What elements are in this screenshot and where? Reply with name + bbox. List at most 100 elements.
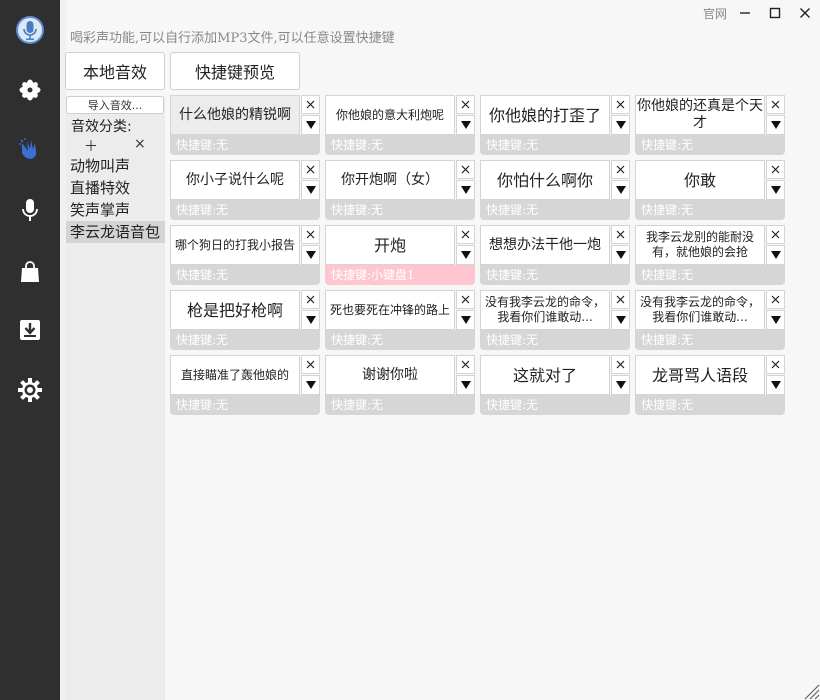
sound-options-dropdown[interactable] xyxy=(456,375,475,395)
sound-play-button[interactable]: 龙哥骂人语段 xyxy=(635,355,765,395)
sound-play-button[interactable]: 你敢 xyxy=(635,160,765,200)
sound-play-button[interactable]: 你怕什么啊你 xyxy=(480,160,610,200)
sound-play-button[interactable]: 想想办法干他一炮 xyxy=(480,225,610,265)
sound-play-button[interactable]: 你他娘的还真是个天才 xyxy=(635,95,765,135)
sound-options-dropdown[interactable] xyxy=(301,245,320,265)
clap-hands-icon[interactable] xyxy=(14,133,46,165)
hotkey-label[interactable]: 快捷键:无 xyxy=(635,265,785,285)
remove-sound-button[interactable] xyxy=(301,225,320,244)
hotkey-label[interactable]: 快捷键:无 xyxy=(170,265,320,285)
sound-play-button[interactable]: 开炮 xyxy=(325,225,455,265)
remove-sound-button[interactable] xyxy=(611,225,630,244)
hotkey-label[interactable]: 快捷键:无 xyxy=(480,135,630,155)
flower-icon[interactable] xyxy=(14,74,46,106)
microphone-logo-icon[interactable] xyxy=(14,14,46,46)
remove-sound-button[interactable] xyxy=(611,290,630,309)
sound-play-button[interactable]: 没有我李云龙的命令，我看你们谁敢动... xyxy=(480,290,610,330)
remove-sound-button[interactable] xyxy=(456,290,475,309)
microphone-icon[interactable] xyxy=(14,194,46,226)
sound-options-dropdown[interactable] xyxy=(766,375,785,395)
minimize-button[interactable] xyxy=(735,4,755,22)
hotkey-label[interactable]: 快捷键:无 xyxy=(325,395,475,415)
remove-sound-button[interactable] xyxy=(611,355,630,374)
remove-sound-button[interactable] xyxy=(301,355,320,374)
hotkey-label[interactable]: 快捷键:无 xyxy=(170,200,320,220)
sound-options-dropdown[interactable] xyxy=(301,375,320,395)
remove-sound-button[interactable] xyxy=(766,225,785,244)
hotkey-label[interactable]: 快捷键:无 xyxy=(325,330,475,350)
remove-sound-button[interactable] xyxy=(611,95,630,114)
sound-options-dropdown[interactable] xyxy=(611,310,630,330)
hotkey-label[interactable]: 快捷键:无 xyxy=(635,330,785,350)
remove-sound-button[interactable] xyxy=(766,95,785,114)
shopping-bag-icon[interactable] xyxy=(14,256,46,288)
import-sound-button[interactable]: 导入音效... xyxy=(66,96,164,114)
hotkey-label[interactable]: 快捷键:无 xyxy=(635,135,785,155)
remove-sound-button[interactable] xyxy=(456,355,475,374)
sound-play-button[interactable]: 你小子说什么呢 xyxy=(170,160,300,200)
remove-sound-button[interactable] xyxy=(301,290,320,309)
remove-sound-button[interactable] xyxy=(301,160,320,179)
hotkey-label[interactable]: 快捷键:无 xyxy=(635,395,785,415)
hotkey-label[interactable]: 快捷键:无 xyxy=(480,330,630,350)
sound-options-dropdown[interactable] xyxy=(456,180,475,200)
remove-sound-button[interactable] xyxy=(611,160,630,179)
sound-play-button[interactable]: 这就对了 xyxy=(480,355,610,395)
sound-options-dropdown[interactable] xyxy=(766,115,785,135)
gear-icon[interactable] xyxy=(14,374,46,406)
close-button[interactable] xyxy=(795,4,815,22)
sound-play-button[interactable]: 直接瞄准了轰他娘的 xyxy=(170,355,300,395)
sound-play-button[interactable]: 没有我李云龙的命令，我看你们谁敢动... xyxy=(635,290,765,330)
hotkey-label[interactable]: 快捷键:无 xyxy=(480,200,630,220)
delete-category-button[interactable]: × xyxy=(134,136,146,152)
remove-sound-button[interactable] xyxy=(301,95,320,114)
sound-options-dropdown[interactable] xyxy=(611,180,630,200)
sound-play-button[interactable]: 你他娘的打歪了 xyxy=(480,95,610,135)
remove-sound-button[interactable] xyxy=(456,225,475,244)
hotkey-label[interactable]: 快捷键:小键盘1 xyxy=(325,265,475,285)
category-item[interactable]: 直播特效 xyxy=(66,177,165,199)
sound-options-dropdown[interactable] xyxy=(766,310,785,330)
sound-options-dropdown[interactable] xyxy=(611,375,630,395)
hotkey-label[interactable]: 快捷键:无 xyxy=(325,200,475,220)
sound-options-dropdown[interactable] xyxy=(301,310,320,330)
website-link[interactable]: 官网 xyxy=(703,5,727,22)
remove-sound-button[interactable] xyxy=(766,290,785,309)
local-sounds-button[interactable]: 本地音效 xyxy=(65,52,165,90)
resize-grip[interactable] xyxy=(802,682,820,700)
sound-options-dropdown[interactable] xyxy=(456,245,475,265)
hotkey-label[interactable]: 快捷键:无 xyxy=(480,265,630,285)
sound-play-button[interactable]: 死也要死在冲锋的路上 xyxy=(325,290,455,330)
sound-options-dropdown[interactable] xyxy=(766,245,785,265)
sound-play-button[interactable]: 哪个狗日的打我小报告 xyxy=(170,225,300,265)
remove-sound-button[interactable] xyxy=(456,160,475,179)
sound-options-dropdown[interactable] xyxy=(611,115,630,135)
sound-play-button[interactable]: 什么他娘的精锐啊 xyxy=(170,95,300,135)
remove-sound-button[interactable] xyxy=(766,355,785,374)
category-item[interactable]: 笑声掌声 xyxy=(66,199,165,221)
category-item-active[interactable]: 李云龙语音包 xyxy=(66,221,165,243)
hotkey-label[interactable]: 快捷键:无 xyxy=(170,395,320,415)
hotkey-label[interactable]: 快捷键:无 xyxy=(635,200,785,220)
hotkey-label[interactable]: 快捷键:无 xyxy=(170,330,320,350)
remove-sound-button[interactable] xyxy=(456,95,475,114)
sound-options-dropdown[interactable] xyxy=(456,115,475,135)
sound-play-button[interactable]: 我李云龙别的能耐没有，就他娘的会抢 xyxy=(635,225,765,265)
download-icon[interactable] xyxy=(14,314,46,346)
hotkey-label[interactable]: 快捷键:无 xyxy=(170,135,320,155)
add-category-button[interactable]: ＋ xyxy=(84,136,98,156)
sound-options-dropdown[interactable] xyxy=(301,115,320,135)
sound-play-button[interactable]: 枪是把好枪啊 xyxy=(170,290,300,330)
sound-options-dropdown[interactable] xyxy=(611,245,630,265)
remove-sound-button[interactable] xyxy=(766,160,785,179)
sound-play-button[interactable]: 谢谢你啦 xyxy=(325,355,455,395)
hotkey-preview-button[interactable]: 快捷键预览 xyxy=(170,52,300,90)
hotkey-label[interactable]: 快捷键:无 xyxy=(480,395,630,415)
maximize-button[interactable] xyxy=(765,4,785,22)
sound-options-dropdown[interactable] xyxy=(456,310,475,330)
sound-play-button[interactable]: 你开炮啊（女） xyxy=(325,160,455,200)
sound-options-dropdown[interactable] xyxy=(766,180,785,200)
sound-play-button[interactable]: 你他娘的意大利炮呢 xyxy=(325,95,455,135)
sound-options-dropdown[interactable] xyxy=(301,180,320,200)
category-item[interactable]: 动物叫声 xyxy=(66,155,165,177)
